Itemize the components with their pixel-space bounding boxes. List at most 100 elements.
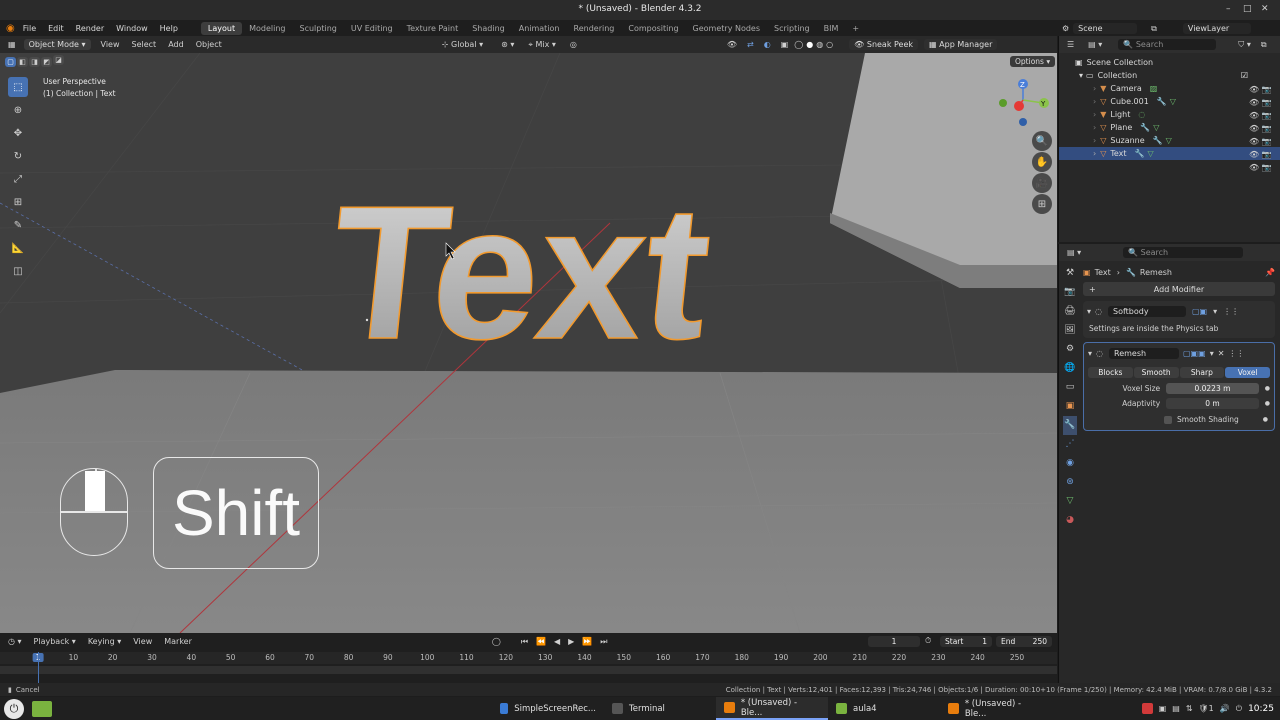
prev-key-icon[interactable]: ⏪ xyxy=(536,637,546,646)
play-icon[interactable]: ▶ xyxy=(568,637,574,646)
physics-tab-icon[interactable]: ◉ xyxy=(1063,454,1077,473)
pan-hand-icon[interactable]: ✋ xyxy=(1032,152,1052,172)
task-blender-2[interactable]: * (Unsaved) - Ble... xyxy=(940,697,1052,720)
tab-modeling[interactable]: Modeling xyxy=(242,22,292,35)
modifiers-tab-icon[interactable]: 🔧 xyxy=(1063,416,1077,435)
world-tab-icon[interactable]: 🌐 xyxy=(1063,359,1077,378)
mode-voxel[interactable]: Voxel xyxy=(1225,366,1270,378)
mode-smooth[interactable]: Smooth xyxy=(1133,366,1179,378)
outliner-editor-icon[interactable]: ☰ xyxy=(1067,40,1074,49)
cursor-tool-icon[interactable]: ⊕ xyxy=(8,100,28,120)
measure-tool-icon[interactable]: 📐 xyxy=(8,238,28,258)
material-tab-icon[interactable]: ◕ xyxy=(1063,511,1077,530)
show-in-edit-icon[interactable]: ▢▣ xyxy=(1192,307,1207,316)
tray-power-icon[interactable]: ⏻ xyxy=(1236,704,1242,714)
tab-sculpting[interactable]: Sculpting xyxy=(293,22,344,35)
remesh-name-field[interactable]: Remesh xyxy=(1109,347,1179,359)
task-terminal[interactable]: Terminal xyxy=(604,697,716,720)
select-extend-icon[interactable]: ◧ xyxy=(17,56,28,67)
tab-geometry-nodes[interactable]: Geometry Nodes xyxy=(686,22,767,35)
transform-tool-icon[interactable]: ⊞ xyxy=(8,192,28,212)
menu-timeline-view[interactable]: View xyxy=(133,637,152,646)
menu-edit[interactable]: Edit xyxy=(48,24,64,33)
adaptivity-field[interactable]: 0 m xyxy=(1166,398,1259,409)
scene-collection-row[interactable]: ▣ Scene Collection xyxy=(1059,56,1280,69)
xray-icon[interactable]: ▣ xyxy=(781,40,789,49)
collection-checkbox-icon[interactable]: ☑ xyxy=(1241,71,1248,80)
3d-viewport[interactable]: Text User Perspective (1) Collection | T… xyxy=(0,53,1057,633)
tray-volume-icon[interactable]: 🔊 xyxy=(1220,704,1230,713)
snap-dropdown[interactable]: ⌖ Mix ▾ xyxy=(528,40,555,50)
gizmo-toggle-icon[interactable]: ⇄ xyxy=(747,40,754,49)
visibility-icon[interactable]: 👁 xyxy=(727,40,737,49)
menu-view[interactable]: View xyxy=(101,40,120,49)
orientation-dropdown[interactable]: ⊹ Global ▾ xyxy=(442,40,483,49)
properties-search-input[interactable]: 🔍 Search xyxy=(1123,247,1244,258)
menu-select[interactable]: Select xyxy=(132,40,157,49)
visibility-eye-icon[interactable]: 👁 📷 xyxy=(1249,109,1272,122)
visibility-eye-icon[interactable]: 👁 📷 xyxy=(1249,96,1272,109)
tab-compositing[interactable]: Compositing xyxy=(621,22,685,35)
task-folder-aula4[interactable]: aula4 xyxy=(828,697,940,720)
visibility-eye-icon[interactable]: 👁 📷 xyxy=(1249,161,1272,174)
scene-name-field[interactable]: Scene xyxy=(1073,23,1138,34)
outliner-item-plane[interactable]: › ▽ Plane 🔧 ▽ xyxy=(1059,121,1280,134)
navigation-gizmo[interactable]: Z Y xyxy=(995,75,1055,135)
outliner-item-light[interactable]: › ▼ Light ◌ xyxy=(1059,108,1280,121)
tab-rendering[interactable]: Rendering xyxy=(567,22,622,35)
tray-clipboard-icon[interactable]: ▤ xyxy=(1172,704,1180,713)
outliner-item-text[interactable]: › ▽ Text 🔧 ▽ xyxy=(1059,147,1280,160)
particles-tab-icon[interactable]: ⋰ xyxy=(1063,435,1077,454)
overlay-toggle-icon[interactable]: ◐ xyxy=(764,40,771,49)
visibility-eye-icon[interactable]: 👁 📷 xyxy=(1249,148,1272,161)
next-key-icon[interactable]: ⏩ xyxy=(582,637,592,646)
annotate-tool-icon[interactable]: ✎ xyxy=(8,215,28,235)
visibility-eye-icon[interactable]: 👁 📷 xyxy=(1249,122,1272,135)
editor-type-icon[interactable]: ▦ xyxy=(8,40,16,49)
menu-marker[interactable]: Marker xyxy=(164,637,192,646)
frame-ruler[interactable]: 1102030405060708090100110120130140150160… xyxy=(0,652,1057,664)
menu-object[interactable]: Object xyxy=(196,40,222,49)
object-mode-dropdown[interactable]: Object Mode ▾ xyxy=(23,39,91,50)
smooth-shading-checkbox[interactable] xyxy=(1164,415,1172,424)
tab-bim[interactable]: BIM xyxy=(817,22,846,35)
options-dropdown[interactable]: Options ▾ xyxy=(1010,56,1056,67)
keyframe-area[interactable] xyxy=(0,666,1057,674)
add-cube-tool-icon[interactable]: ◫ xyxy=(8,261,28,281)
filter-icon[interactable]: ⛉ ▾ xyxy=(1238,40,1251,50)
data-tab-icon[interactable]: ▽ xyxy=(1063,492,1077,511)
scene-tab-icon[interactable]: ⚙ xyxy=(1063,340,1077,359)
mode-blocks[interactable]: Blocks xyxy=(1088,366,1133,378)
app-manager-button[interactable]: ▦ App Manager xyxy=(924,39,998,50)
material-shading-icon[interactable]: ◍ xyxy=(816,40,823,49)
select-subtract-icon[interactable]: ◨ xyxy=(29,56,40,67)
drag-handle-icon[interactable]: ⋮⋮ xyxy=(1223,307,1239,316)
tab-animation[interactable]: Animation xyxy=(512,22,567,35)
softbody-name-field[interactable]: Softbody xyxy=(1108,305,1186,317)
new-collection-icon[interactable]: ⧉ xyxy=(1261,40,1267,50)
menu-add[interactable]: Add xyxy=(168,40,184,49)
properties-editor-icon[interactable]: ▤ ▾ xyxy=(1067,248,1081,257)
jump-end-icon[interactable]: ⏭ xyxy=(600,637,607,647)
select-box-mode-icon[interactable]: ▢ xyxy=(5,56,16,67)
remesh-drag-handle-icon[interactable]: ⋮⋮ xyxy=(1228,349,1244,358)
ortho-grid-icon[interactable]: ⊞ xyxy=(1032,194,1052,214)
render-tab-icon[interactable]: 📷 xyxy=(1063,283,1077,302)
rendered-shading-icon[interactable]: ○ xyxy=(826,40,833,49)
menu-window[interactable]: Window xyxy=(116,24,148,33)
proportional-edit-icon[interactable]: ◎ xyxy=(570,40,577,49)
maximize-button[interactable]: □ xyxy=(1243,4,1252,14)
voxel-size-field[interactable]: 0.0223 m xyxy=(1166,383,1259,394)
remesh-collapse-icon[interactable]: ▾ xyxy=(1088,349,1092,358)
task-blender-1[interactable]: * (Unsaved) - Ble... xyxy=(716,697,828,720)
close-button[interactable]: ✕ xyxy=(1261,4,1269,14)
remesh-delete-icon[interactable]: ✕ xyxy=(1218,349,1225,358)
select-tool-icon[interactable]: ⬚ xyxy=(8,77,28,97)
zoom-icon[interactable]: 🔍 xyxy=(1032,131,1052,151)
tray-updates-icon[interactable]: 🛡1 xyxy=(1199,704,1214,713)
menu-playback[interactable]: Playback ▾ xyxy=(34,637,76,646)
keyframe-dot-icon[interactable]: ● xyxy=(1265,385,1270,392)
remesh-menu-icon[interactable]: ▾ xyxy=(1210,349,1214,358)
current-frame-field[interactable]: 1 xyxy=(868,636,920,647)
select-intersect-icon[interactable]: ◪ xyxy=(53,55,64,65)
